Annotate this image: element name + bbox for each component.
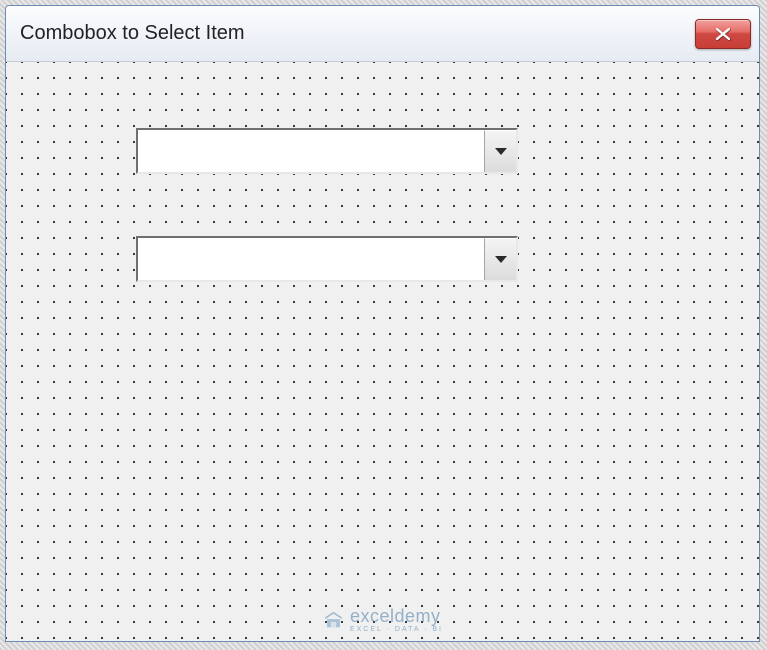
watermark-tagline: EXCEL · DATA · BI	[350, 626, 443, 633]
combobox-1-dropdown-button[interactable]	[484, 130, 516, 172]
combobox-1[interactable]	[136, 128, 518, 174]
combobox-1-input[interactable]	[138, 130, 484, 172]
watermark: exceldemy EXCEL · DATA · BI	[322, 607, 443, 633]
chevron-down-icon	[495, 148, 507, 155]
combobox-2-input[interactable]	[138, 238, 484, 280]
close-icon	[714, 27, 732, 41]
form-body[interactable]: exceldemy EXCEL · DATA · BI	[6, 62, 759, 641]
window-title: Combobox to Select Item	[20, 22, 245, 45]
vba-designer-surface: Combobox to Select Item	[0, 0, 767, 650]
combobox-2[interactable]	[136, 236, 518, 282]
watermark-logo-icon	[322, 609, 344, 631]
combobox-2-dropdown-button[interactable]	[484, 238, 516, 280]
chevron-down-icon	[495, 256, 507, 263]
watermark-brand: exceldemy	[350, 607, 443, 625]
close-button[interactable]	[695, 19, 751, 49]
userform-window: Combobox to Select Item	[5, 5, 760, 642]
titlebar[interactable]: Combobox to Select Item	[6, 6, 759, 62]
